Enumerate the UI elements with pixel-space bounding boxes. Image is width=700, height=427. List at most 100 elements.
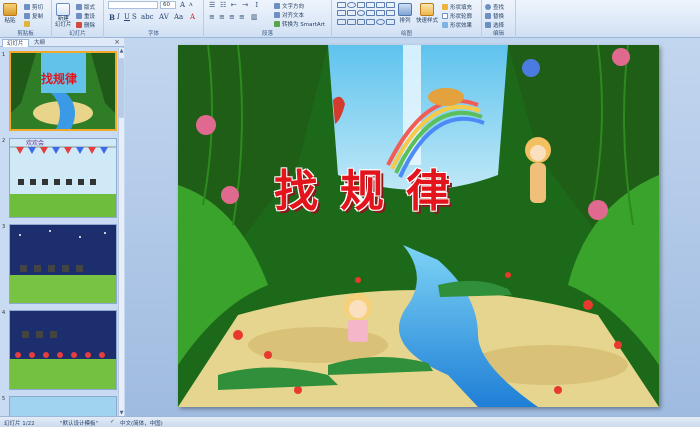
slide-thumbnail-pane: 幻灯片 大纲 × 1 找规律 2 欢欢会 3 4 5 ▲ ▼: [0, 38, 124, 416]
slide-thumb-2[interactable]: 欢欢会: [9, 138, 117, 218]
slide-thumb-2-caption: 欢欢会: [26, 140, 45, 147]
reset-icon: [76, 13, 82, 19]
slide-editor: 找规律: [125, 38, 700, 416]
find-icon: [485, 4, 491, 10]
increase-indent-icon[interactable]: ⇥: [242, 1, 248, 9]
slide-title[interactable]: 找规律: [274, 155, 472, 219]
slide-thumb-5[interactable]: [9, 396, 117, 416]
align-right-icon[interactable]: ≡: [229, 13, 235, 21]
decrease-indent-icon[interactable]: ⇤: [231, 1, 237, 9]
quick-styles-icon: [420, 3, 434, 16]
scroll-up-icon[interactable]: ▲: [119, 48, 124, 54]
font-name-field[interactable]: [108, 1, 158, 9]
effects-icon: [442, 22, 448, 28]
new-slide-icon: [56, 3, 71, 16]
spellcheck-icon[interactable]: ✓: [110, 419, 115, 425]
drawing-group: 排列 快速样式 形状填充 形状轮廓 形状效果 绘图: [332, 0, 482, 38]
delete-button[interactable]: 删除: [76, 21, 95, 29]
shadow-icon[interactable]: abc: [141, 13, 154, 21]
scroll-thumb[interactable]: [119, 58, 124, 118]
slide-thumb-3[interactable]: [9, 224, 117, 304]
justify-icon[interactable]: ≡: [239, 13, 245, 21]
scissors-icon: [24, 4, 30, 10]
font-size-field[interactable]: 60: [160, 1, 176, 9]
paragraph-group: ☰ ☷ ⇤ ⇥ ↕ 文字方向 ≡ ≡ ≡ ≡ ▥ 对齐文本 转换为 SmartA…: [204, 0, 332, 38]
close-pane-icon[interactable]: ×: [114, 38, 120, 46]
shape-fill-button[interactable]: 形状填充: [442, 3, 472, 11]
align-center-icon[interactable]: ≡: [219, 13, 225, 21]
bold-icon[interactable]: B: [109, 13, 115, 22]
columns-icon[interactable]: ▥: [251, 13, 258, 21]
theme-name: "默认设计模板": [60, 421, 99, 427]
grow-font-icon[interactable]: A: [180, 1, 185, 9]
jungle-background: [178, 45, 659, 407]
format-painter-button[interactable]: [24, 21, 30, 27]
delete-icon: [76, 22, 82, 28]
font-group-label: 字体: [147, 31, 159, 37]
copy-icon: [24, 13, 30, 19]
paste-icon: [3, 3, 17, 16]
tab-slides[interactable]: 幻灯片: [2, 39, 29, 47]
line-spacing-icon[interactable]: ↕: [254, 1, 260, 9]
bullets-icon[interactable]: ☰: [209, 1, 215, 9]
shapes-gallery[interactable]: [337, 2, 395, 26]
clipboard-group-label: 剪贴板: [17, 31, 34, 37]
shape-effects-button[interactable]: 形状效果: [442, 21, 472, 29]
slide-thumb-2-image: [10, 139, 116, 217]
slide-thumb-4-image: [10, 311, 116, 389]
slide-thumb-1-image: 找规律: [11, 53, 115, 129]
find-button[interactable]: 查找: [485, 3, 504, 11]
reset-button[interactable]: 重设: [76, 12, 95, 20]
cut-button[interactable]: 剪切: [24, 3, 43, 11]
shrink-font-icon[interactable]: A: [189, 2, 193, 8]
arrange-button[interactable]: 排列: [398, 3, 412, 24]
new-slide-button[interactable]: 新建 幻灯片: [55, 3, 72, 28]
font-group: 60 A A B I U S abc AV Aa A 字体: [104, 0, 204, 38]
slides-group-label: 幻灯片: [69, 31, 86, 37]
pane-tabs: 幻灯片 大纲 ×: [0, 38, 124, 47]
text-direction-icon: [274, 3, 280, 9]
copy-button[interactable]: 复制: [24, 12, 43, 20]
italic-icon[interactable]: I: [117, 13, 120, 21]
language-indicator: 中文(简体，中国): [120, 421, 163, 427]
fill-bucket-icon: [442, 4, 448, 10]
smartart-button[interactable]: 转换为 SmartArt: [274, 20, 325, 28]
strikethrough-icon[interactable]: S: [132, 13, 137, 21]
status-bar: 幻灯片 1/22 "默认设计模板" ✓ 中文(简体，中国): [0, 416, 700, 427]
underline-icon[interactable]: U: [124, 13, 130, 21]
font-color-icon[interactable]: A: [190, 13, 195, 21]
thumb-scrollbar[interactable]: ▲ ▼: [118, 48, 124, 416]
editing-group-label: 编辑: [492, 31, 504, 37]
arrange-icon: [398, 3, 412, 16]
slide-thumb-4[interactable]: [9, 310, 117, 390]
quick-styles-button[interactable]: 快速样式: [416, 3, 438, 24]
paste-button[interactable]: 粘贴: [3, 3, 17, 24]
thumb-number: 4: [2, 310, 6, 316]
tab-outline[interactable]: 大纲: [30, 39, 49, 47]
slide-thumb-5-image: [10, 397, 116, 416]
brush-icon: [24, 21, 30, 27]
smartart-icon: [274, 21, 280, 27]
thumb-number: 5: [2, 396, 6, 402]
replace-button[interactable]: 替换: [485, 12, 504, 20]
editing-group: 查找 替换 选择 编辑: [482, 0, 516, 38]
char-spacing-icon[interactable]: AV: [159, 13, 169, 21]
outline-icon: [442, 13, 448, 19]
text-direction-button[interactable]: 文字方向: [274, 2, 304, 10]
select-button[interactable]: 选择: [485, 21, 504, 29]
svg-text:找规律: 找规律: [41, 71, 77, 86]
align-left-icon[interactable]: ≡: [209, 13, 215, 21]
layout-button[interactable]: 版式: [76, 3, 95, 11]
slides-group: 新建 幻灯片 版式 重设 删除 幻灯片: [52, 0, 104, 38]
shape-outline-button[interactable]: 形状轮廓: [442, 12, 472, 20]
ribbon: 粘贴 剪切 复制 剪贴板 新建 幻灯片 版式 重设 删除 幻灯片 60 A A …: [0, 0, 700, 38]
current-slide[interactable]: 找规律: [178, 45, 659, 407]
select-icon: [485, 22, 491, 28]
slide-thumb-1[interactable]: 找规律: [9, 51, 117, 131]
numbering-icon[interactable]: ☷: [220, 1, 226, 9]
slide-thumb-3-image: [10, 225, 116, 303]
align-text-icon: [274, 12, 280, 18]
change-case-icon[interactable]: Aa: [174, 13, 183, 21]
align-text-button[interactable]: 对齐文本: [274, 11, 304, 19]
layout-icon: [76, 4, 82, 10]
